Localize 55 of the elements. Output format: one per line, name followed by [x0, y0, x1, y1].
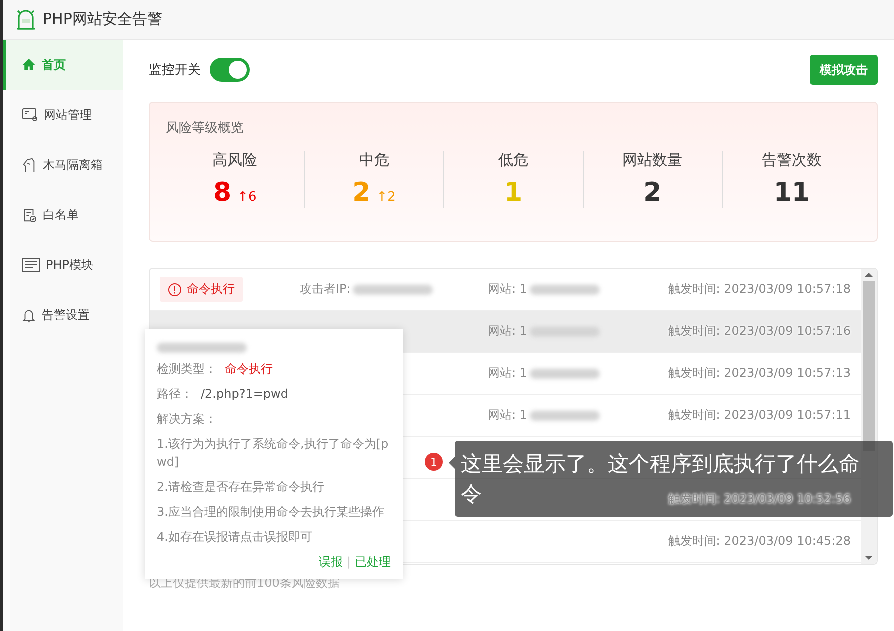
horse-icon: [22, 158, 37, 172]
trigger-time: 触发时间: 2023/03/09 10:45:28: [668, 533, 851, 550]
sidebar-item[interactable]: 网站管理: [3, 90, 123, 140]
stat-value: 1: [504, 178, 523, 208]
stat-label: 告警次数: [762, 151, 822, 170]
stat-value: 11: [774, 178, 810, 208]
solution-step: 2.请检查是否存在异常命令执行: [157, 478, 391, 496]
stat-label: 网站数量: [622, 151, 683, 170]
website-label: 网站: 1: [488, 281, 528, 298]
stat-change: ↑2: [376, 190, 396, 205]
trigger-time: 触发时间: 2023/03/09 10:57:16: [668, 323, 851, 340]
card-title: 风险等级概览: [166, 120, 245, 137]
website-label: 网站: 1: [488, 323, 528, 340]
sidebar-item[interactable]: 告警设置: [3, 290, 123, 340]
website-label: 网站: 1: [488, 365, 528, 382]
alert-row[interactable]: 命令执行 攻击者IP: 网站: 1 触发时间: 2023/03/09 10:57:18: [150, 269, 861, 311]
document-check-icon: [22, 208, 37, 222]
app-logo-icon: [15, 8, 37, 30]
website-label: 网站: 1: [488, 407, 528, 424]
chip-icon: [22, 258, 40, 272]
home-icon: [22, 58, 36, 72]
stat-label: 高风险: [212, 151, 258, 170]
solution-step: 1.该行为为执行了系统命令,执行了命令为[pwd]: [157, 435, 391, 471]
stat-value: 8: [213, 178, 232, 208]
sidebar-item[interactable]: PHP模块: [3, 240, 123, 290]
sidebar-item[interactable]: 木马隔离箱: [3, 140, 123, 190]
attacker-ip-label: 攻击者IP:: [300, 281, 351, 298]
monitor-toggle[interactable]: [210, 58, 250, 82]
redacted-blur: [530, 410, 600, 420]
solution-step: 3.应当合理的限制使用命令去执行某些操作: [157, 503, 391, 521]
redacted-blur: [530, 326, 600, 336]
trigger-time: 触发时间: 2023/03/09 10:57:13: [668, 365, 851, 382]
sidebar-item[interactable]: 首页: [3, 40, 123, 90]
stat-value: 2: [644, 178, 662, 208]
sidebar-item[interactable]: 白名单: [3, 190, 123, 240]
trigger-time: 触发时间: 2023/03/09 10:57:18: [668, 281, 851, 298]
detection-type-label: 检测类型：: [157, 361, 217, 378]
alert-type-tag: 命令执行: [160, 277, 243, 302]
redacted-blur: [530, 284, 600, 294]
redacted-blur: [530, 368, 600, 378]
trigger-time: 触发时间: 2023/03/09 10:52:56: [668, 491, 851, 508]
window-title: PHP网站安全告警: [43, 10, 162, 29]
monitor-label: 监控开关: [149, 62, 201, 79]
solution-step: 4.如存在误报请点击误报即可: [157, 528, 391, 546]
trigger-time: 触发时间: 2023/03/09 10:57:11: [668, 407, 851, 424]
simulate-attack-button[interactable]: 模拟攻击: [810, 55, 878, 85]
detection-type-value: 命令执行: [225, 361, 273, 378]
stat-label: 中危: [359, 151, 390, 170]
solution-label: 解决方案：: [157, 411, 218, 428]
stat-value: 2: [352, 178, 371, 208]
monitor-icon: [22, 108, 38, 122]
stat-label: 低危: [498, 151, 528, 170]
stat-change: ↑6: [238, 190, 257, 205]
bell-icon: [22, 308, 36, 322]
alert-icon: [168, 282, 182, 296]
